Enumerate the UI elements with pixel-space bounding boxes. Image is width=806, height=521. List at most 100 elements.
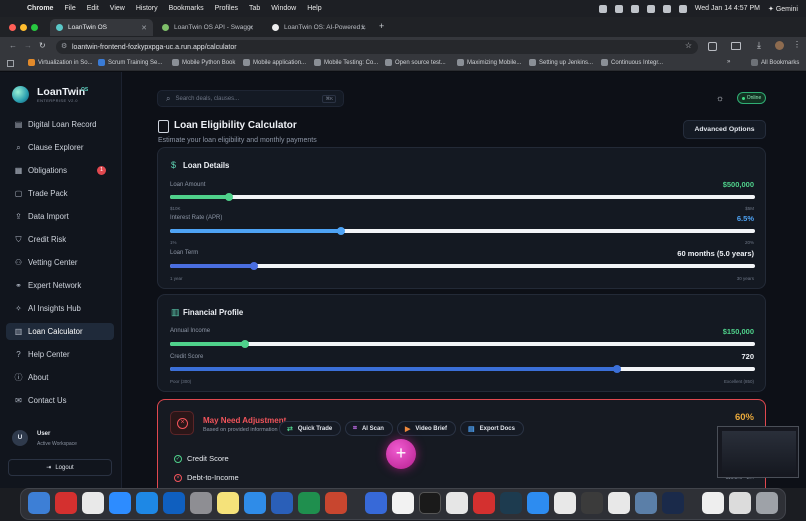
maximize-window-icon[interactable] <box>31 24 38 31</box>
bookmark-item[interactable]: Open source test... <box>385 59 446 66</box>
menu-tab[interactable]: Tab <box>249 5 260 12</box>
export-docs-button[interactable]: ▤ Export Docs <box>460 421 524 436</box>
sidebar-item-digital-loan-record[interactable]: ▤ Digital Loan Record <box>6 116 114 133</box>
vscode-icon[interactable] <box>500 492 522 514</box>
minimize-window-icon[interactable] <box>20 24 27 31</box>
menu-view[interactable]: View <box>110 5 125 12</box>
logout-button[interactable]: ⇥ Logout <box>8 459 112 476</box>
avatar[interactable]: U <box>12 430 28 446</box>
screen-recording-thumbnail[interactable] <box>717 426 799 478</box>
settings-icon[interactable] <box>190 492 212 514</box>
close-tab-icon[interactable]: ✕ <box>248 24 254 32</box>
browser-tab[interactable]: LoanTwin OS ✕ <box>50 19 153 36</box>
bookmark-item[interactable]: Scrum Training Se... <box>98 59 162 66</box>
menu-file[interactable]: File <box>64 5 75 12</box>
floating-add-button[interactable]: + <box>386 439 416 469</box>
new-tab-icon[interactable]: + <box>379 21 384 31</box>
sidebar-item-vetting-center[interactable]: ⚇ Vetting Center <box>6 254 114 271</box>
app-store-icon[interactable] <box>136 492 158 514</box>
wifi-icon[interactable] <box>646 4 655 13</box>
loan-term-slider[interactable] <box>170 262 755 270</box>
apps-grid-icon[interactable] <box>7 60 14 67</box>
browser-tab[interactable]: LoanTwin OS API - Swagger UI ✕ <box>156 19 260 36</box>
search-input[interactable]: ⌕ Search deals, clauses... ⌘K <box>157 90 344 107</box>
url-field[interactable]: ⚙ loantwin-frontend-fozkypxpga-uc.a.run.… <box>56 40 698 54</box>
document-icon[interactable] <box>702 492 724 514</box>
more-menu-icon[interactable]: ⋮ <box>793 40 801 49</box>
slack-icon[interactable] <box>82 492 104 514</box>
sidebar-item-about[interactable]: ⓘ About <box>6 369 114 386</box>
sidebar-item-contact-us[interactable]: ✉ Contact Us <box>6 392 114 409</box>
browser-tab[interactable]: LoanTwin OS: AI-Powered Loa... ✕ <box>266 19 372 36</box>
reload-icon[interactable]: ↻ <box>39 41 46 50</box>
docker-icon[interactable] <box>527 492 549 514</box>
menu-bookmarks[interactable]: Bookmarks <box>169 5 204 12</box>
acrobat-icon[interactable] <box>55 492 77 514</box>
sidebar-item-trade-pack[interactable]: ▢ Trade Pack <box>6 185 114 202</box>
powerpoint-icon[interactable] <box>325 492 347 514</box>
loan-amount-slider[interactable] <box>170 193 755 201</box>
bookmark-item[interactable]: Mobile Testing: Co... <box>314 59 378 66</box>
credit-score-slider[interactable] <box>170 365 755 373</box>
more-bookmarks-icon[interactable]: » <box>727 59 730 65</box>
textedit-icon[interactable] <box>392 492 414 514</box>
menu-edit[interactable]: Edit <box>87 5 99 12</box>
close-tab-icon[interactable]: ✕ <box>141 24 147 32</box>
extensions-icon[interactable] <box>708 42 717 51</box>
interest-rate-slider[interactable] <box>170 227 755 235</box>
trash-icon[interactable] <box>756 492 778 514</box>
sidebar-item-obligations[interactable]: ▦ Obligations 1 <box>6 162 114 179</box>
developer-app-icon[interactable] <box>662 492 684 514</box>
word-icon[interactable] <box>271 492 293 514</box>
slider-thumb[interactable] <box>224 193 233 201</box>
safari-icon[interactable] <box>244 492 266 514</box>
all-bookmarks[interactable]: All Bookmarks <box>751 59 799 66</box>
preview-icon[interactable] <box>446 492 468 514</box>
profile-avatar[interactable] <box>775 41 784 50</box>
tray-app-icon[interactable] <box>630 4 639 13</box>
tray-app-icon[interactable] <box>614 4 623 13</box>
terminal-icon[interactable] <box>419 492 441 514</box>
bookmark-item[interactable]: Virtualization in So... <box>28 59 93 66</box>
annual-income-slider[interactable] <box>170 340 755 348</box>
navigation-icon[interactable] <box>365 492 387 514</box>
back-icon[interactable]: ← <box>9 41 17 50</box>
zoom-icon[interactable] <box>109 492 131 514</box>
advanced-options-button[interactable]: Advanced Options <box>683 120 766 139</box>
bookmark-item[interactable]: Mobile application... <box>243 59 306 66</box>
pdf-icon[interactable] <box>473 492 495 514</box>
site-info-icon[interactable]: ⚙ <box>61 42 67 50</box>
excel-icon[interactable] <box>298 492 320 514</box>
notes-icon[interactable] <box>217 492 239 514</box>
search-icon[interactable] <box>662 4 671 13</box>
control-center-icon[interactable] <box>678 4 687 13</box>
close-window-icon[interactable] <box>9 24 16 31</box>
sidebar-item-data-import[interactable]: ⇪ Data Import <box>6 208 114 225</box>
video-brief-button[interactable]: ▶ Video Brief <box>397 421 456 436</box>
forward-icon[interactable]: → <box>24 41 32 50</box>
quick-trade-button[interactable]: ⇄ Quick Trade <box>279 421 342 436</box>
tray-app-icon[interactable] <box>598 4 607 13</box>
clock[interactable]: Wed Jan 14 4:57 PM <box>695 5 760 12</box>
sidebar-item-loan-calculator[interactable]: ▥ Loan Calculator <box>6 323 114 340</box>
bookmark-star-icon[interactable]: ☆ <box>685 41 692 50</box>
bookmark-item[interactable]: Setting up Jenkins... <box>529 59 593 66</box>
outlook-icon[interactable] <box>163 492 185 514</box>
cube-icon[interactable] <box>581 492 603 514</box>
screenshot-icon[interactable] <box>729 492 751 514</box>
close-tab-icon[interactable]: ✕ <box>360 24 366 32</box>
ai-scan-button[interactable]: ⌗ AI Scan <box>345 421 393 436</box>
bookmark-item[interactable]: Continuous Integr... <box>601 59 663 66</box>
sidebar-item-credit-risk[interactable]: ⛉ Credit Risk <box>6 231 114 248</box>
sidebar-item-expert-network[interactable]: ⚭ Expert Network <box>6 277 114 294</box>
menu-history[interactable]: History <box>136 5 158 12</box>
sidebar-item-clause-explorer[interactable]: ⌕ Clause Explorer <box>6 139 114 156</box>
chrome-icon[interactable] <box>554 492 576 514</box>
sidebar-item-ai-insights-hub[interactable]: ✧ AI Insights Hub <box>6 300 114 317</box>
sun-icon[interactable]: ☼ <box>714 92 726 104</box>
chrome-icon[interactable] <box>608 492 630 514</box>
menu-window[interactable]: Window <box>271 5 296 12</box>
menu-app-name[interactable]: Chrome <box>27 5 53 12</box>
slider-thumb[interactable] <box>336 227 345 235</box>
slider-thumb[interactable] <box>240 340 249 348</box>
